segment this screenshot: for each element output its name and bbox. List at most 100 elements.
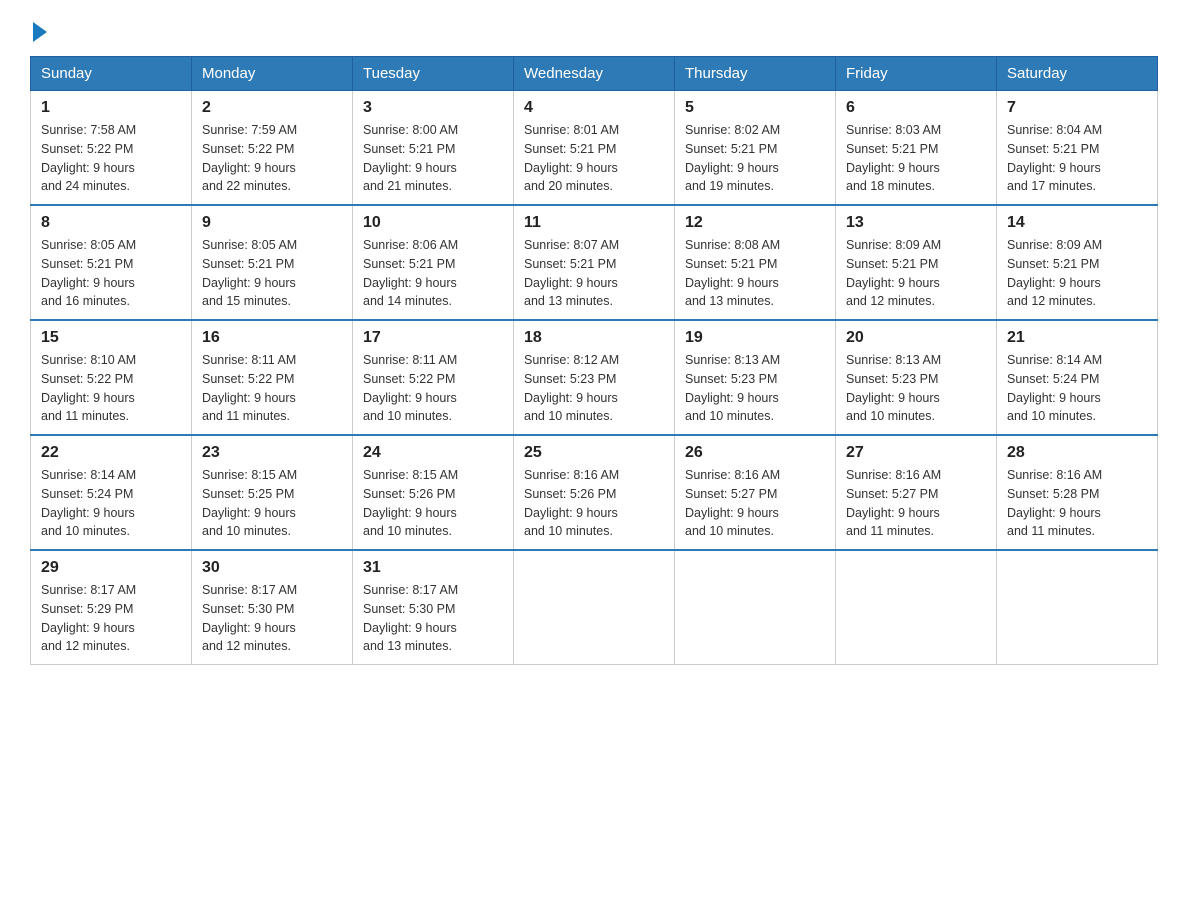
day-info: Sunrise: 7:58 AMSunset: 5:22 PMDaylight:… — [41, 121, 181, 196]
day-info: Sunrise: 8:11 AMSunset: 5:22 PMDaylight:… — [202, 351, 342, 426]
day-info: Sunrise: 8:10 AMSunset: 5:22 PMDaylight:… — [41, 351, 181, 426]
day-number: 2 — [202, 99, 342, 117]
calendar-cell: 30 Sunrise: 8:17 AMSunset: 5:30 PMDayligh… — [192, 550, 353, 665]
calendar-cell: 16 Sunrise: 8:11 AMSunset: 5:22 PMDayligh… — [192, 320, 353, 435]
day-number: 18 — [524, 329, 664, 347]
day-info: Sunrise: 8:06 AMSunset: 5:21 PMDaylight:… — [363, 236, 503, 311]
calendar-cell — [997, 550, 1158, 665]
day-number: 16 — [202, 329, 342, 347]
calendar-cell: 26 Sunrise: 8:16 AMSunset: 5:27 PMDayligh… — [675, 435, 836, 550]
calendar-cell: 11Sunrise: 8:07 AMSunset: 5:21 PMDayligh… — [514, 205, 675, 320]
day-info: Sunrise: 8:03 AMSunset: 5:21 PMDaylight:… — [846, 121, 986, 196]
calendar-cell: 6 Sunrise: 8:03 AMSunset: 5:21 PMDaylight… — [836, 91, 997, 206]
day-info: Sunrise: 8:04 AMSunset: 5:21 PMDaylight:… — [1007, 121, 1147, 196]
day-number: 21 — [1007, 329, 1147, 347]
calendar-header-thursday: Thursday — [675, 57, 836, 91]
calendar-cell: 2 Sunrise: 7:59 AMSunset: 5:22 PMDaylight… — [192, 91, 353, 206]
calendar-cell: 5 Sunrise: 8:02 AMSunset: 5:21 PMDaylight… — [675, 91, 836, 206]
day-info: Sunrise: 8:09 AMSunset: 5:21 PMDaylight:… — [1007, 236, 1147, 311]
calendar-cell: 17Sunrise: 8:11 AMSunset: 5:22 PMDayligh… — [353, 320, 514, 435]
day-number: 6 — [846, 99, 986, 117]
calendar-cell: 24 Sunrise: 8:15 AMSunset: 5:26 PMDayligh… — [353, 435, 514, 550]
day-info: Sunrise: 8:17 AMSunset: 5:29 PMDaylight:… — [41, 581, 181, 656]
day-number: 3 — [363, 99, 503, 117]
calendar-week-row: 22 Sunrise: 8:14 AMSunset: 5:24 PMDayligh… — [31, 435, 1158, 550]
day-number: 19 — [685, 329, 825, 347]
day-number: 30 — [202, 559, 342, 577]
calendar-cell — [675, 550, 836, 665]
day-number: 25 — [524, 444, 664, 462]
calendar-week-row: 1 Sunrise: 7:58 AMSunset: 5:22 PMDaylight… — [31, 91, 1158, 206]
calendar-cell: 1 Sunrise: 7:58 AMSunset: 5:22 PMDaylight… — [31, 91, 192, 206]
day-info: Sunrise: 8:14 AMSunset: 5:24 PMDaylight:… — [1007, 351, 1147, 426]
day-number: 12 — [685, 214, 825, 232]
day-number: 15 — [41, 329, 181, 347]
day-number: 8 — [41, 214, 181, 232]
calendar-cell: 13 Sunrise: 8:09 AMSunset: 5:21 PMDayligh… — [836, 205, 997, 320]
day-info: Sunrise: 8:12 AMSunset: 5:23 PMDaylight:… — [524, 351, 664, 426]
calendar-cell: 4 Sunrise: 8:01 AMSunset: 5:21 PMDaylight… — [514, 91, 675, 206]
day-info: Sunrise: 8:01 AMSunset: 5:21 PMDaylight:… — [524, 121, 664, 196]
day-info: Sunrise: 8:14 AMSunset: 5:24 PMDaylight:… — [41, 466, 181, 541]
day-number: 5 — [685, 99, 825, 117]
day-number: 4 — [524, 99, 664, 117]
day-info: Sunrise: 8:13 AMSunset: 5:23 PMDaylight:… — [846, 351, 986, 426]
day-info: Sunrise: 8:16 AMSunset: 5:26 PMDaylight:… — [524, 466, 664, 541]
day-info: Sunrise: 8:16 AMSunset: 5:27 PMDaylight:… — [685, 466, 825, 541]
calendar-cell: 28Sunrise: 8:16 AMSunset: 5:28 PMDayligh… — [997, 435, 1158, 550]
calendar-cell: 15 Sunrise: 8:10 AMSunset: 5:22 PMDayligh… — [31, 320, 192, 435]
calendar-cell — [514, 550, 675, 665]
calendar-header-sunday: Sunday — [31, 57, 192, 91]
day-number: 1 — [41, 99, 181, 117]
calendar-cell: 10 Sunrise: 8:06 AMSunset: 5:21 PMDayligh… — [353, 205, 514, 320]
day-number: 13 — [846, 214, 986, 232]
calendar-cell — [836, 550, 997, 665]
logo-triangle-icon — [33, 22, 47, 42]
calendar-header-saturday: Saturday — [997, 57, 1158, 91]
day-number: 11 — [524, 214, 664, 232]
day-number: 10 — [363, 214, 503, 232]
day-number: 14 — [1007, 214, 1147, 232]
day-number: 27 — [846, 444, 986, 462]
day-info: Sunrise: 8:15 AMSunset: 5:25 PMDaylight:… — [202, 466, 342, 541]
calendar-header-friday: Friday — [836, 57, 997, 91]
day-info: Sunrise: 8:17 AMSunset: 5:30 PMDaylight:… — [202, 581, 342, 656]
calendar-week-row: 29Sunrise: 8:17 AMSunset: 5:29 PMDayligh… — [31, 550, 1158, 665]
calendar-cell: 12Sunrise: 8:08 AMSunset: 5:21 PMDayligh… — [675, 205, 836, 320]
calendar-cell: 9 Sunrise: 8:05 AMSunset: 5:21 PMDaylight… — [192, 205, 353, 320]
calendar-week-row: 8 Sunrise: 8:05 AMSunset: 5:21 PMDaylight… — [31, 205, 1158, 320]
calendar-cell: 22 Sunrise: 8:14 AMSunset: 5:24 PMDayligh… — [31, 435, 192, 550]
day-number: 22 — [41, 444, 181, 462]
day-info: Sunrise: 8:13 AMSunset: 5:23 PMDaylight:… — [685, 351, 825, 426]
calendar-header-wednesday: Wednesday — [514, 57, 675, 91]
day-info: Sunrise: 8:16 AMSunset: 5:28 PMDaylight:… — [1007, 466, 1147, 541]
calendar-cell: 19 Sunrise: 8:13 AMSunset: 5:23 PMDayligh… — [675, 320, 836, 435]
calendar-cell: 31 Sunrise: 8:17 AMSunset: 5:30 PMDayligh… — [353, 550, 514, 665]
day-info: Sunrise: 8:05 AMSunset: 5:21 PMDaylight:… — [41, 236, 181, 311]
calendar-cell: 29Sunrise: 8:17 AMSunset: 5:29 PMDayligh… — [31, 550, 192, 665]
page-header — [30, 20, 1158, 38]
calendar-header-row: SundayMondayTuesdayWednesdayThursdayFrid… — [31, 57, 1158, 91]
day-info: Sunrise: 7:59 AMSunset: 5:22 PMDaylight:… — [202, 121, 342, 196]
calendar-cell: 20Sunrise: 8:13 AMSunset: 5:23 PMDayligh… — [836, 320, 997, 435]
day-info: Sunrise: 8:02 AMSunset: 5:21 PMDaylight:… — [685, 121, 825, 196]
day-info: Sunrise: 8:09 AMSunset: 5:21 PMDaylight:… — [846, 236, 986, 311]
day-info: Sunrise: 8:15 AMSunset: 5:26 PMDaylight:… — [363, 466, 503, 541]
day-info: Sunrise: 8:11 AMSunset: 5:22 PMDaylight:… — [363, 351, 503, 426]
day-number: 26 — [685, 444, 825, 462]
day-info: Sunrise: 8:17 AMSunset: 5:30 PMDaylight:… — [363, 581, 503, 656]
calendar-cell: 8 Sunrise: 8:05 AMSunset: 5:21 PMDaylight… — [31, 205, 192, 320]
day-info: Sunrise: 8:16 AMSunset: 5:27 PMDaylight:… — [846, 466, 986, 541]
calendar-cell: 3 Sunrise: 8:00 AMSunset: 5:21 PMDaylight… — [353, 91, 514, 206]
calendar-cell: 25 Sunrise: 8:16 AMSunset: 5:26 PMDayligh… — [514, 435, 675, 550]
calendar-header-monday: Monday — [192, 57, 353, 91]
day-number: 24 — [363, 444, 503, 462]
calendar-week-row: 15 Sunrise: 8:10 AMSunset: 5:22 PMDayligh… — [31, 320, 1158, 435]
calendar-cell: 23 Sunrise: 8:15 AMSunset: 5:25 PMDayligh… — [192, 435, 353, 550]
day-number: 31 — [363, 559, 503, 577]
day-info: Sunrise: 8:05 AMSunset: 5:21 PMDaylight:… — [202, 236, 342, 311]
day-info: Sunrise: 8:00 AMSunset: 5:21 PMDaylight:… — [363, 121, 503, 196]
day-number: 23 — [202, 444, 342, 462]
day-number: 9 — [202, 214, 342, 232]
calendar-cell: 27 Sunrise: 8:16 AMSunset: 5:27 PMDayligh… — [836, 435, 997, 550]
